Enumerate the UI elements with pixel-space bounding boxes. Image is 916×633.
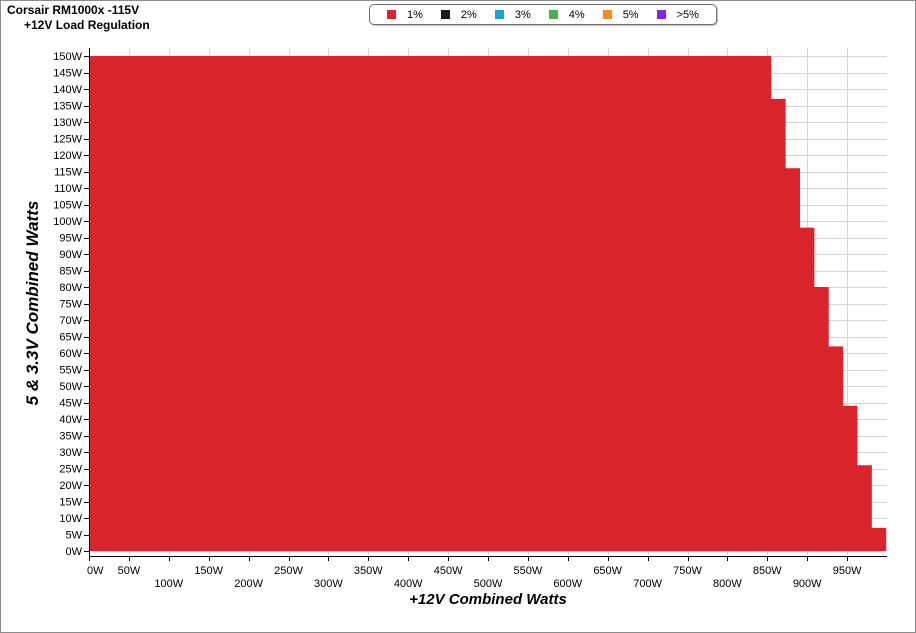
- y-tick-label: 80W: [59, 282, 82, 294]
- y-tick-label: 45W: [59, 398, 82, 410]
- x-tick-label: 50W: [118, 565, 141, 577]
- y-tick-labels: 150W 145W 140W 135W 130W 125W 120W 115W 110W 105W…: [53, 51, 82, 558]
- y-tick-label: 135W: [53, 101, 82, 113]
- x-tick-label: 100W: [154, 578, 183, 590]
- x-tick-labels: 0W 50W 150W 250W 350W 450W 550W 650W 750W 850W 950…: [87, 565, 862, 590]
- y-tick-label: 55W: [59, 365, 82, 377]
- y-tick-label: 100W: [53, 216, 82, 228]
- y-tick-label: 125W: [53, 134, 82, 146]
- y-tick-label: 150W: [53, 51, 82, 63]
- y-tick-label: 30W: [59, 447, 82, 459]
- x-tick-label: 150W: [194, 565, 223, 577]
- x-tick-label: 600W: [553, 578, 582, 590]
- x-tick-label: 400W: [394, 578, 423, 590]
- y-axis-title: 5 & 3.3V Combined Watts: [23, 201, 42, 406]
- x-tick-label: 750W: [673, 565, 702, 577]
- x-tick-label: 200W: [234, 578, 263, 590]
- x-tick-label: 0W: [87, 565, 104, 577]
- chart-plot: 150W 145W 140W 135W 130W 125W 120W 115W 110W 105W…: [23, 48, 887, 608]
- y-tick-label: 75W: [59, 299, 82, 311]
- y-tick-label: 90W: [59, 249, 82, 261]
- y-tick-label: 65W: [59, 332, 82, 344]
- y-tick-label: 50W: [59, 381, 82, 393]
- x-tick-label: 900W: [793, 578, 822, 590]
- y-tick-label: 115W: [54, 167, 83, 179]
- x-tick-label: 700W: [633, 578, 662, 590]
- y-tick-label: 25W: [59, 464, 82, 476]
- y-tick-label: 70W: [59, 315, 82, 327]
- y-tick-label: 140W: [53, 84, 82, 96]
- y-tick-label: 105W: [53, 200, 82, 212]
- x-tick-label: 450W: [434, 565, 463, 577]
- y-tick-label: 20W: [59, 480, 82, 492]
- x-tick-label: 350W: [354, 565, 383, 577]
- y-tick-label: 35W: [59, 431, 82, 443]
- y-tick-label: 85W: [59, 266, 82, 278]
- x-tick-label: 250W: [274, 565, 303, 577]
- y-tick-label: 130W: [53, 117, 82, 129]
- x-tick-label: 550W: [514, 565, 543, 577]
- y-tick-label: 145W: [53, 68, 82, 80]
- x-tick-label: 850W: [753, 565, 782, 577]
- x-tick-label: 800W: [713, 578, 742, 590]
- y-tick-label: 5W: [66, 530, 83, 542]
- y-tick-label: 120W: [53, 150, 82, 162]
- x-tick-label: 950W: [833, 565, 862, 577]
- plot-area: [89, 56, 887, 551]
- x-tick-label: 650W: [593, 565, 622, 577]
- y-tick-label: 0W: [66, 546, 83, 558]
- y-tick-label: 60W: [59, 348, 82, 360]
- y-tick-label: 95W: [59, 233, 82, 245]
- y-tick-label: 10W: [59, 513, 82, 525]
- x-tick-label: 500W: [474, 578, 503, 590]
- x-tick-label: 300W: [314, 578, 343, 590]
- y-tick-label: 110W: [54, 183, 83, 195]
- y-tick-label: 15W: [59, 497, 82, 509]
- x-axis-title: +12V Combined Watts: [409, 591, 567, 608]
- data-area-1pct: [89, 56, 887, 551]
- y-tick-label: 40W: [59, 414, 82, 426]
